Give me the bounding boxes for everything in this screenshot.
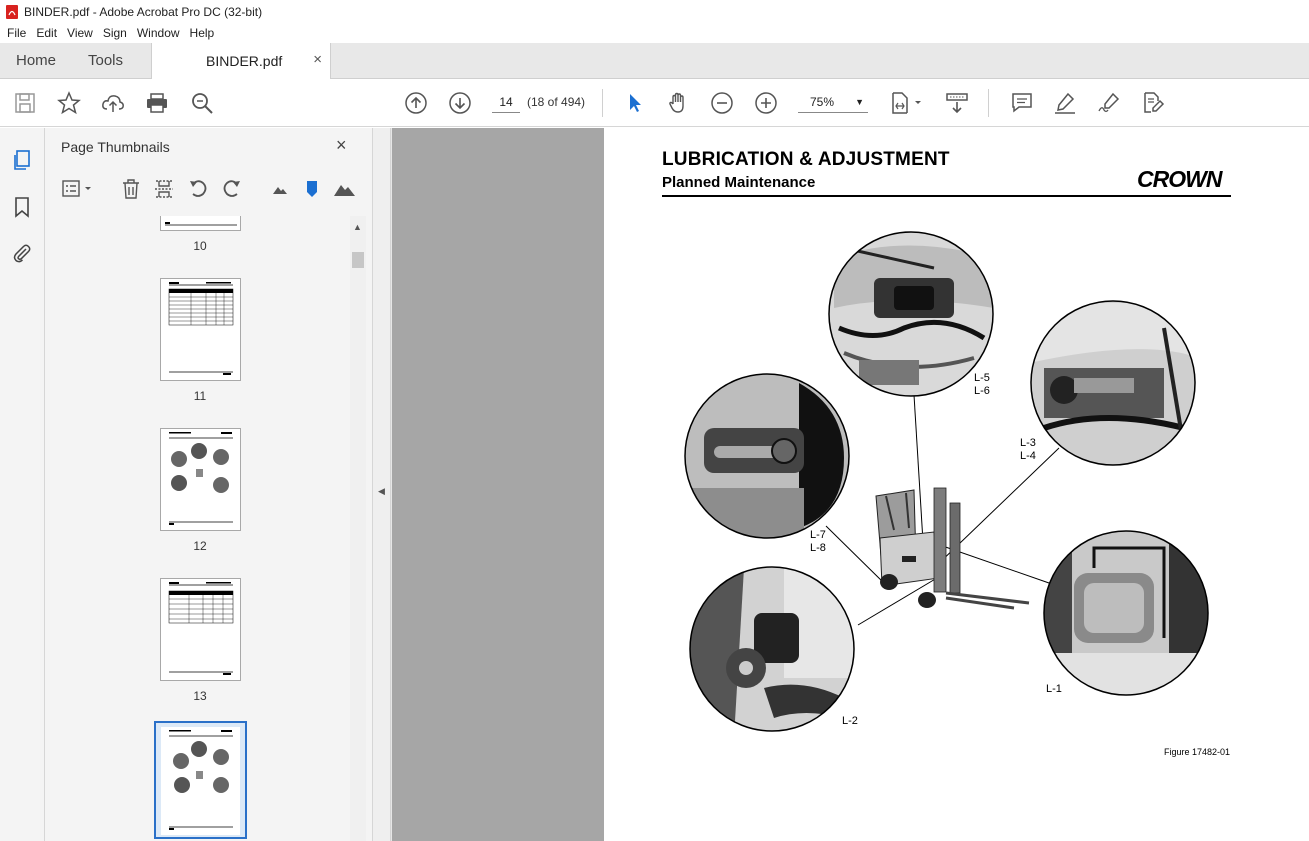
edit-pdf-icon[interactable]: [1141, 91, 1165, 115]
callout-l2: L-2: [842, 715, 858, 727]
thumbnail-size-slider-handle-icon[interactable]: [301, 178, 323, 200]
thumbnails-panel: Page Thumbnails × 10 11 12 13 ▲: [45, 128, 373, 841]
page-layout-icon[interactable]: [890, 91, 924, 115]
toolbar-divider: [988, 89, 989, 117]
collapse-panel-arrow-icon[interactable]: ◀: [378, 486, 385, 497]
tab-tools[interactable]: Tools: [88, 43, 123, 79]
page-thumbnail-14-selected[interactable]: [154, 721, 247, 839]
thumbnail-large-icon[interactable]: [333, 178, 355, 200]
page-thumbnail-14-image: [161, 727, 240, 835]
hand-icon[interactable]: [666, 91, 690, 115]
callout-l7-l8: L-7 L-8: [810, 529, 826, 554]
page-thumbnail-12[interactable]: [160, 428, 241, 531]
comment-icon[interactable]: [1010, 91, 1034, 115]
menu-bar: File Edit View Sign Window Help: [0, 23, 1309, 43]
thumbnails-list[interactable]: 10 11 12 13: [45, 216, 373, 841]
next-page-icon[interactable]: [448, 91, 472, 115]
tab-home[interactable]: Home: [16, 43, 56, 79]
figure-caption: Figure 17482-01: [1164, 747, 1231, 757]
pdf-app-icon: [6, 4, 18, 19]
left-rail: [0, 128, 45, 841]
scroll-up-arrow-icon[interactable]: ▲: [353, 222, 362, 232]
thumbnail-label: 13: [193, 689, 207, 703]
save-icon[interactable]: [13, 91, 37, 115]
document-background: [392, 128, 604, 841]
scroll-mode-icon[interactable]: [945, 91, 969, 115]
menu-sign[interactable]: Sign: [98, 26, 132, 40]
extract-page-icon[interactable]: [153, 178, 175, 200]
callout-l5-l6: L-5 L-6: [974, 372, 990, 397]
highlight-icon[interactable]: [1053, 91, 1077, 115]
menu-help[interactable]: Help: [185, 26, 220, 40]
page-thumbnail-11[interactable]: [160, 278, 241, 381]
callout-l1: L-1: [1046, 683, 1062, 695]
detail-circle-l5-l6: [828, 231, 994, 397]
tab-document-name: BINDER.pdf: [206, 53, 283, 69]
toolbar-divider: [602, 89, 603, 117]
zoom-level-value: 75%: [810, 95, 835, 109]
document-view[interactable]: ◀ LUBRICATION & ADJUSTMENT Planned Maint…: [373, 128, 1309, 841]
pdf-page: LUBRICATION & ADJUSTMENT Planned Mainten…: [604, 128, 1309, 841]
scrollbar-thumb[interactable]: [352, 252, 364, 268]
thumbnails-panel-title: Page Thumbnails: [61, 139, 170, 155]
thumbnail-label: 10: [193, 239, 207, 253]
zoom-search-icon[interactable]: [190, 91, 214, 115]
sign-icon[interactable]: [1097, 91, 1121, 115]
rotate-ccw-icon[interactable]: [187, 178, 209, 200]
main-toolbar: 14 (18 of 494) 75% ▼: [0, 79, 1309, 127]
menu-window[interactable]: Window: [132, 26, 185, 40]
attachment-icon[interactable]: [11, 242, 33, 264]
menu-file[interactable]: File: [2, 26, 31, 40]
panel-splitter[interactable]: ◀: [373, 128, 391, 841]
chevron-down-icon: ▼: [855, 97, 864, 107]
select-cursor-icon[interactable]: [623, 91, 647, 115]
tab-document[interactable]: BINDER.pdf ×: [151, 43, 331, 80]
zoom-level-select[interactable]: 75% ▼: [798, 91, 868, 113]
tab-close-icon[interactable]: ×: [313, 51, 322, 68]
rotate-cw-icon[interactable]: [221, 178, 243, 200]
star-icon[interactable]: [57, 91, 81, 115]
tab-bar: Home Tools BINDER.pdf ×: [0, 43, 1309, 80]
bookmark-icon[interactable]: [11, 196, 33, 218]
title-bar: BINDER.pdf - Adobe Acrobat Pro DC (32-bi…: [0, 0, 1309, 23]
window-title: BINDER.pdf - Adobe Acrobat Pro DC (32-bi…: [24, 4, 263, 19]
zoom-in-icon[interactable]: [754, 91, 778, 115]
zoom-out-icon[interactable]: [710, 91, 734, 115]
page-thumbnails-icon[interactable]: [11, 149, 33, 171]
close-panel-icon[interactable]: ×: [336, 135, 347, 156]
thumbnail-small-icon[interactable]: [269, 178, 291, 200]
delete-page-icon[interactable]: [120, 178, 142, 200]
detail-circle-l3-l4: [1030, 300, 1196, 466]
menu-edit[interactable]: Edit: [31, 26, 62, 40]
upload-icon[interactable]: [101, 91, 125, 115]
detail-circle-l1: [1043, 530, 1209, 696]
thumbnail-label: 11: [193, 389, 207, 403]
page-thumbnail-10[interactable]: [160, 216, 241, 231]
page-thumbnail-13[interactable]: [160, 578, 241, 681]
forklift-truck-illustration: [875, 487, 1030, 610]
thumbnail-label: 12: [193, 539, 207, 553]
menu-view[interactable]: View: [62, 26, 98, 40]
callout-l3-l4: L-3 L-4: [1020, 437, 1036, 462]
print-icon[interactable]: [145, 91, 169, 115]
thumbnails-toolbar: [45, 174, 373, 206]
detail-circle-l7-l8: [684, 373, 850, 539]
detail-circle-l2: [689, 566, 855, 732]
page-count: (18 of 494): [527, 95, 586, 109]
lubrication-figure: [684, 231, 1209, 732]
prev-page-icon[interactable]: [404, 91, 428, 115]
thumbnails-scrollbar[interactable]: ▲: [350, 216, 366, 841]
page-number-input[interactable]: 14: [492, 91, 520, 113]
thumbnail-options-icon[interactable]: [61, 178, 95, 200]
